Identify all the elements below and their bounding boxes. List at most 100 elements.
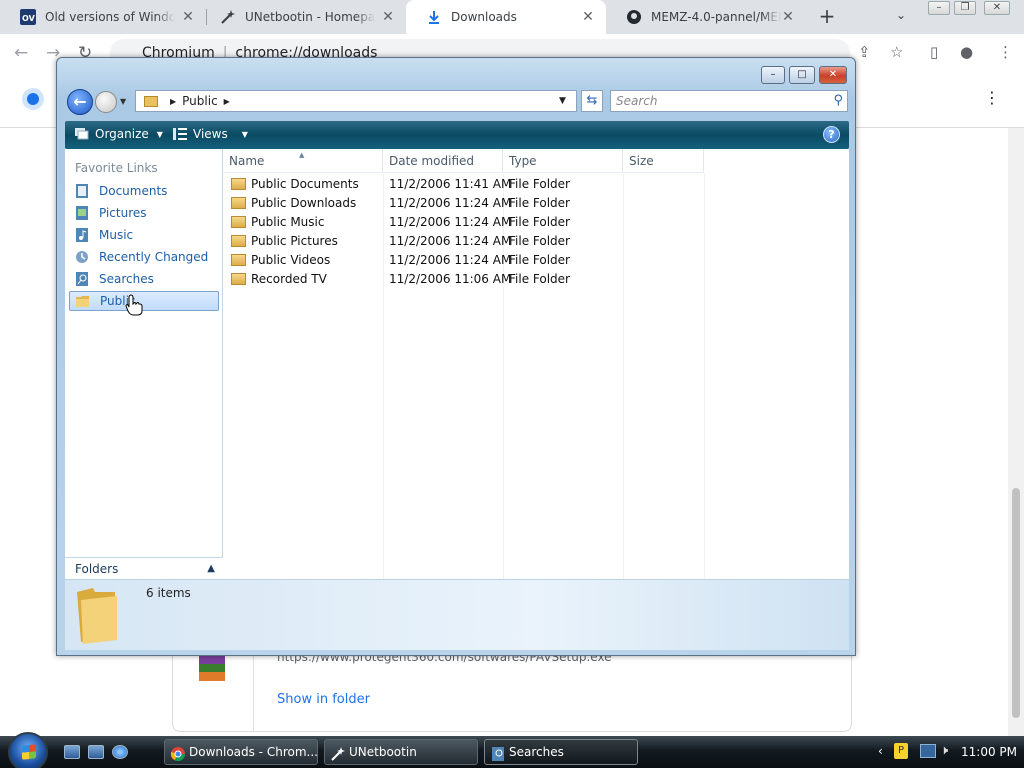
- side-panel-icon[interactable]: ▯: [930, 43, 938, 61]
- file-row[interactable]: Public Videos 11/2/2006 11:24 AM File Fo…: [227, 251, 847, 270]
- maximize-button[interactable]: □: [789, 66, 815, 84]
- recent-pages-dropdown[interactable]: ▼: [120, 97, 126, 106]
- file-row[interactable]: Recorded TV 11/2/2006 11:06 AM File Fold…: [227, 270, 847, 289]
- column-label: Size: [629, 154, 654, 168]
- winrar-icon: [197, 656, 227, 681]
- restore-button[interactable]: ❐: [954, 1, 976, 15]
- star-icon[interactable]: ☆: [890, 43, 903, 61]
- favorite-links-heading: Favorite Links: [75, 161, 158, 175]
- nav-link-recently-changed[interactable]: Recently Changed: [69, 247, 219, 267]
- breadcrumb-arrow-icon[interactable]: ▶: [224, 97, 230, 106]
- recent-icon: [75, 250, 89, 264]
- profile-icon[interactable]: ●: [960, 43, 973, 61]
- refresh-button[interactable]: ⇆: [581, 90, 603, 112]
- folder-icon: [231, 197, 246, 209]
- file-date: 11/2/2006 11:24 AM: [389, 196, 512, 210]
- chevron-up-icon[interactable]: ▲: [207, 558, 215, 580]
- address-dropdown[interactable]: ▼: [559, 96, 566, 106]
- item-count: 6 items: [146, 586, 191, 600]
- search-input[interactable]: Search ⚲: [610, 90, 848, 112]
- nav-link-public[interactable]: Public: [69, 291, 219, 311]
- help-icon[interactable]: ?: [823, 126, 840, 143]
- file-type: File Folder: [509, 177, 570, 191]
- close-button[interactable]: ✕: [819, 66, 847, 84]
- tab-old-versions[interactable]: OV Old versions of Windows ✕: [0, 0, 206, 34]
- close-icon[interactable]: ✕: [780, 9, 796, 25]
- chevron-down-icon: ▼: [156, 129, 163, 139]
- explorer-window: – □ ✕ ← ▼ ▶ Public ▶ ▼ ⇆ Search ⚲ Organize…: [56, 57, 856, 656]
- close-icon[interactable]: ✕: [580, 9, 596, 25]
- start-button[interactable]: [8, 732, 48, 768]
- search-icon[interactable]: ⚲: [833, 91, 843, 111]
- column-header-type[interactable]: Type: [503, 149, 623, 173]
- explorer-address-bar: ← ▼ ▶ Public ▶ ▼ ⇆ Search ⚲: [65, 88, 849, 116]
- forward-button[interactable]: [95, 91, 117, 113]
- close-icon[interactable]: ✕: [380, 9, 396, 25]
- folder-icon: [231, 273, 246, 285]
- folder-icon: [144, 96, 158, 107]
- column-header-name[interactable]: Name ▲: [223, 149, 383, 173]
- file-date: 11/2/2006 11:24 AM: [389, 215, 512, 229]
- videos-folder-icon: [231, 254, 246, 266]
- nav-link-label: Recently Changed: [99, 250, 209, 264]
- svg-text:OV: OV: [22, 14, 36, 23]
- nav-link-music[interactable]: Music: [69, 225, 219, 245]
- taskbar-button-label: UNetbootin: [349, 745, 417, 759]
- views-button[interactable]: Views ▼: [173, 127, 248, 141]
- switch-windows-icon[interactable]: [88, 745, 104, 759]
- new-tab-button[interactable]: +: [816, 6, 838, 28]
- menu-kebab-icon[interactable]: ⋮: [984, 88, 1000, 107]
- pictures-folder-icon: [231, 235, 246, 247]
- back-arrow-icon[interactable]: ←: [14, 43, 28, 63]
- tab-downloads[interactable]: Downloads ✕: [406, 0, 606, 34]
- column-header-date[interactable]: Date modified: [383, 149, 503, 173]
- nav-link-label: Documents: [99, 184, 168, 198]
- file-name: Public Downloads: [251, 196, 357, 210]
- documents-icon: [75, 184, 89, 198]
- network-icon[interactable]: [920, 744, 936, 758]
- protegent-tray-icon[interactable]: P: [894, 743, 908, 759]
- volume-muted-icon[interactable]: 🕨: [940, 743, 948, 758]
- share-icon[interactable]: ⇪: [858, 43, 871, 61]
- close-window-button[interactable]: ✕: [984, 1, 1010, 15]
- breadcrumb-location[interactable]: Public: [182, 94, 218, 108]
- show-in-folder-link[interactable]: Show in folder: [277, 692, 370, 707]
- minimize-button[interactable]: –: [761, 66, 785, 84]
- nav-link-searches[interactable]: Searches: [69, 269, 219, 289]
- back-button[interactable]: ←: [67, 89, 93, 115]
- file-date: 11/2/2006 11:06 AM: [389, 272, 512, 286]
- scrollbar-thumb[interactable]: [1012, 488, 1020, 718]
- tab-memz[interactable]: MEMZ-4.0-pannel/MEMZ ✕: [606, 0, 806, 34]
- chevron-left-icon[interactable]: ‹: [878, 744, 883, 758]
- file-row[interactable]: Public Pictures 11/2/2006 11:24 AM File …: [227, 232, 847, 251]
- tab-unetbootin[interactable]: UNetbootin - Homepage ✕: [200, 0, 406, 34]
- nav-link-pictures[interactable]: Pictures: [69, 203, 219, 223]
- chevron-down-icon[interactable]: ⌄: [896, 8, 906, 22]
- nav-link-documents[interactable]: Documents: [69, 181, 219, 201]
- taskbar-button-downloads[interactable]: Downloads - Chrom...: [164, 739, 318, 765]
- folders-toggle[interactable]: Folders ▲: [65, 557, 223, 579]
- menu-kebab-icon[interactable]: ⋮: [998, 43, 1013, 61]
- clock[interactable]: 11:00 PM: [961, 745, 1017, 759]
- column-header-size[interactable]: Size: [623, 149, 704, 173]
- file-row[interactable]: Public Music 11/2/2006 11:24 AM File Fol…: [227, 213, 847, 232]
- file-name: Public Videos: [251, 253, 331, 267]
- file-row[interactable]: Public Downloads 11/2/2006 11:24 AM File…: [227, 194, 847, 213]
- organize-button[interactable]: Organize ▼: [75, 127, 163, 141]
- taskbar-button-unetbootin[interactable]: UNetbootin: [324, 739, 478, 765]
- close-icon[interactable]: ✕: [180, 9, 196, 25]
- wand-icon: [331, 745, 345, 761]
- nav-link-label: Music: [99, 228, 134, 242]
- taskbar-button-searches[interactable]: Searches: [484, 739, 638, 765]
- page-scrollbar[interactable]: [1008, 128, 1024, 736]
- show-desktop-icon[interactable]: [64, 745, 80, 759]
- minimize-button[interactable]: –: [928, 1, 950, 15]
- internet-explorer-icon[interactable]: [112, 745, 128, 759]
- location-field[interactable]: ▶ Public ▶: [135, 90, 577, 112]
- search-placeholder: Search: [616, 94, 658, 108]
- searches-icon: [491, 745, 505, 761]
- file-name: Recorded TV: [251, 272, 327, 286]
- file-date: 11/2/2006 11:24 AM: [389, 253, 512, 267]
- breadcrumb-arrow-icon[interactable]: ▶: [170, 97, 176, 106]
- file-row[interactable]: Public Documents 11/2/2006 11:41 AM File…: [227, 175, 847, 194]
